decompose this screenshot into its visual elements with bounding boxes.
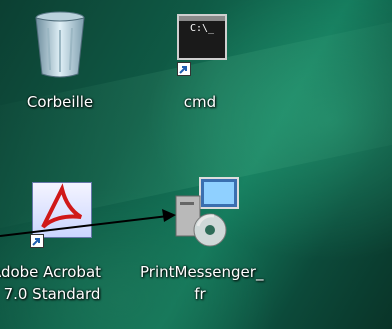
desktop-icon-printmessenger[interactable]: PrintMessenger_ fr (140, 170, 264, 310)
desktop-icon-label-line2: fr (194, 285, 206, 303)
console-text: C:\_ (189, 23, 215, 34)
desktop-icon-label-line2: 7.0 Standard (3, 285, 101, 303)
desktop-icon-label: cmd (183, 93, 217, 111)
installer-icon (175, 177, 239, 247)
desktop-icon-recycle-bin[interactable]: Corbeille (0, 0, 120, 120)
cmd-icon: C:\_ (177, 14, 227, 60)
adobe-acrobat-icon (32, 182, 92, 238)
recycle-bin-icon (35, 11, 85, 78)
shortcut-arrow-icon (30, 234, 44, 248)
shortcut-arrow-icon (177, 62, 191, 76)
desktop-icon-label: Corbeille (26, 93, 94, 111)
desktop-icon-cmd[interactable]: C:\_ cmd (140, 0, 260, 120)
desktop-icon-label-line1: PrintMessenger_ (140, 263, 264, 281)
desktop-icon-label-line1: Adobe Acrobat (0, 263, 102, 281)
desktop-icon-adobe-acrobat[interactable]: Adobe Acrobat 7.0 Standard (0, 170, 120, 310)
